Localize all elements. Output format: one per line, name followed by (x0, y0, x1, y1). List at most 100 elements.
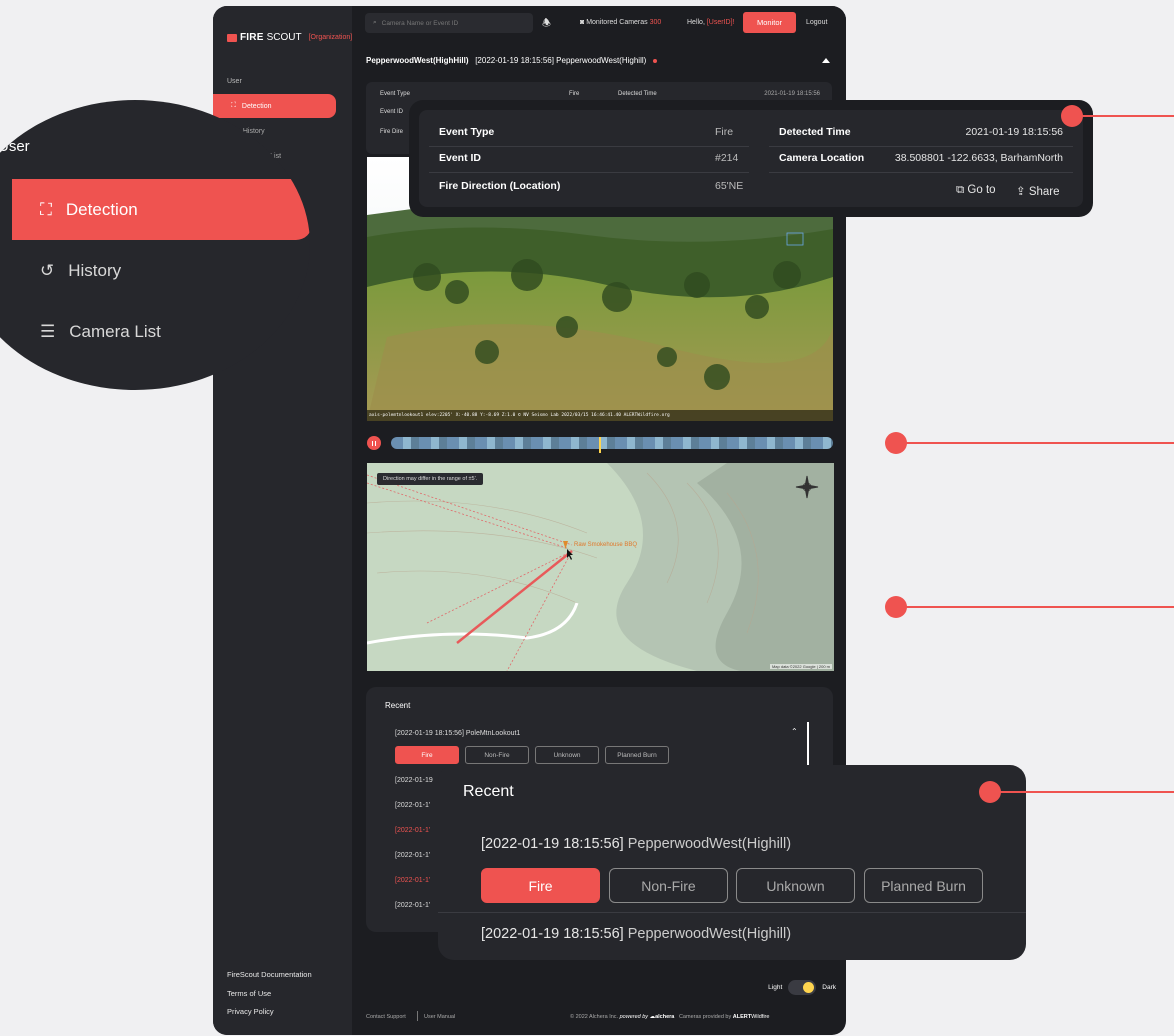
divider (769, 146, 1073, 147)
documentation-link[interactable]: FireScout Documentation (227, 970, 312, 979)
top-bar: ⌕ Camera Name or Event ID 🕭 ◙ Monitored … (352, 6, 846, 40)
camera-name: PepperwoodWest(HighHill) (366, 56, 469, 65)
unknown-chip[interactable]: Unknown (736, 868, 855, 903)
history-icon: ↺ (40, 260, 55, 280)
recent-entry[interactable]: [2022-01-19 (395, 777, 433, 784)
recent-entry-first[interactable]: [2022-01-19 18:15:56] PoleMtnLookout1 (395, 730, 520, 737)
entry-name: PepperwoodWest(Highill) (627, 836, 792, 852)
camera-caption: axis-polemtnlookout1 elev:2205' X:-40.88… (367, 410, 833, 421)
sidebar-section-user: User (227, 78, 242, 85)
planned-burn-chip[interactable]: Planned Burn (605, 746, 669, 764)
monitored-cameras: ◙ Monitored Cameras 300 (580, 19, 661, 26)
live-dot-icon (652, 58, 657, 63)
organization-label: [Organization] (308, 34, 353, 41)
light-label: Light (768, 984, 783, 991)
event-id-value: #214 (715, 152, 739, 164)
privacy-link[interactable]: Privacy Policy (227, 1007, 274, 1016)
timeline-playhead[interactable] (599, 437, 601, 453)
scrollbar[interactable] (807, 722, 809, 770)
copyright: © 2022 Alchera Inc. powered by ☁alchera … (570, 1014, 769, 1020)
recent-entry[interactable]: [2022-01-1' (395, 877, 430, 884)
fire-direction-label: Fire Dire (380, 129, 404, 135)
recent-entry[interactable]: [2022-01-1' (395, 852, 430, 859)
unknown-chip[interactable]: Unknown (535, 746, 599, 764)
planned-burn-chip[interactable]: Planned Burn (864, 868, 983, 903)
sidebar-item-label: Detection (241, 102, 272, 110)
entry-name: PepperwoodWest(Highill) (627, 926, 792, 942)
contact-support-link[interactable]: Contact Support (366, 1014, 406, 1020)
camera-icon: ◙ (580, 19, 585, 26)
pause-button[interactable] (367, 436, 381, 450)
timeline-scrubber[interactable] (391, 437, 833, 453)
recent-entry[interactable]: [2022-01-1' (395, 827, 430, 834)
pause-icon (374, 440, 377, 446)
logo-fire: FIRE (240, 32, 264, 43)
monitored-label: Monitored Cameras (586, 19, 648, 26)
event-type-label: Event Type (439, 126, 495, 138)
search-icon: ⌕ (373, 19, 377, 26)
monitor-button[interactable]: Monitor (743, 12, 796, 33)
non-fire-chip[interactable]: Non-Fire (609, 868, 728, 903)
camera-stamp-name: PepperwoodWest(Highill) (556, 56, 647, 65)
share-label: Share (1028, 186, 1060, 198)
fire-chip[interactable]: Fire (481, 868, 600, 903)
zoom-recent-callout: Recent [2022-01-19 18:15:56] PepperwoodW… (438, 765, 1026, 960)
detected-time-value: 2021-01-19 18:15:56 (965, 126, 1064, 138)
direction-note: Direction may differ in the range of ±5'… (377, 473, 484, 485)
map-view[interactable]: Raw Smokehouse BBQ Direction may differ … (367, 463, 834, 671)
detection-icon: ⛶ (231, 102, 236, 109)
dark-label: Dark (822, 984, 836, 991)
search-input[interactable]: ⌕ Camera Name or Event ID (365, 13, 533, 33)
zoom-sidebar-item-detection[interactable]: ⛶ Detection (12, 179, 310, 240)
external-link-icon: ⧉ (956, 184, 965, 196)
logo-mark-icon (227, 33, 237, 42)
logout-link[interactable]: Logout (806, 19, 827, 26)
camera-title: PepperwoodWest(HighHill) [2022-01-19 18:… (366, 56, 657, 65)
powered-by: powered by (619, 1014, 649, 1020)
zoom-sidebar-item-history[interactable]: ↺ History (12, 240, 310, 301)
user-manual-link[interactable]: User Manual (424, 1014, 455, 1020)
zoom-recent-title: Recent (463, 783, 514, 800)
zoom-recent-entry[interactable]: [2022-01-19 18:15:56] PepperwoodWest(Hig… (481, 926, 791, 942)
event-id-label: Event ID (380, 109, 404, 115)
event-type-label: Event Type (380, 91, 410, 97)
callout-line (896, 606, 1174, 608)
zoom-sidebar-section: User (0, 138, 30, 155)
event-type-value: Fire (715, 126, 734, 138)
monitored-count: 300 (649, 19, 662, 26)
fire-direction-label: Fire Direction (Location) (439, 180, 561, 192)
divider (769, 172, 1073, 173)
divider (429, 172, 749, 173)
recent-entry[interactable]: [2022-01-1' (395, 802, 430, 809)
fire-chip[interactable]: Fire (395, 746, 459, 764)
detected-time-label: Detected Time (618, 91, 657, 97)
detected-time-label: Detected Time (779, 126, 851, 138)
zoom-sidebar-label: Detection (65, 199, 138, 219)
share-button[interactable]: ⇪ Share (1016, 184, 1060, 198)
entry-stamp: [2022-01-19 18:15:56] (481, 926, 624, 942)
search-placeholder: Camera Name or Event ID (381, 19, 459, 27)
notification-icon[interactable]: 🕭 (542, 16, 551, 33)
terms-link[interactable]: Terms of Use (227, 989, 271, 998)
zoom-sidebar-item-camera-list[interactable]: ☰ Camera List (12, 301, 310, 362)
theme-toggle[interactable] (788, 980, 817, 995)
fire-direction-value: 65'NE (715, 180, 744, 192)
callout-line (990, 791, 1174, 793)
footer-bar: Contact Support User Manual © 2022 Alche… (352, 1006, 846, 1034)
share-icon: ⇪ (1016, 186, 1026, 198)
pause-icon (371, 440, 374, 446)
divider (429, 146, 749, 147)
sidebar-item-detection[interactable]: ⛶ Detection (213, 94, 336, 118)
collapse-caret-icon[interactable] (822, 58, 830, 63)
logo[interactable]: FIRE SCOUT [Organization] (227, 32, 352, 43)
greeting: Hello, [UserID]! (687, 19, 734, 26)
cameras-provided: Cameras provided by (678, 1014, 732, 1020)
zoom-recent-entry[interactable]: [2022-01-19 18:15:56] PepperwoodWest(Hig… (481, 836, 791, 852)
recent-entry[interactable]: [2022-01-1' (395, 902, 430, 909)
chevron-up-icon[interactable]: ⌃ (791, 727, 798, 736)
non-fire-chip[interactable]: Non-Fire (465, 746, 529, 764)
theme-switch: Light Dark (768, 980, 836, 995)
entry-stamp: [2022-01-19 18:15:56] (481, 836, 624, 852)
terrain-map: Raw Smokehouse BBQ (367, 463, 834, 671)
go-to-button[interactable]: ⧉ Go to (956, 184, 996, 197)
